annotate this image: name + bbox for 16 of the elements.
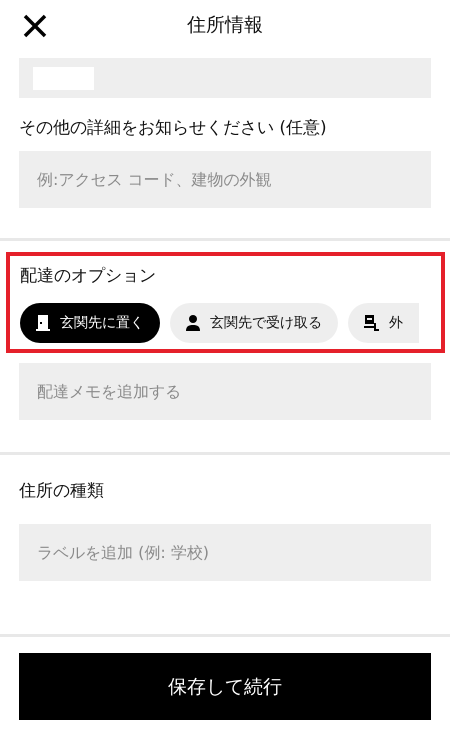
door-icon	[36, 315, 50, 331]
close-icon	[22, 13, 48, 39]
delivery-option-chip[interactable]: 玄関先に置く	[20, 303, 160, 343]
details-label: その他の詳細をお知らせください (任意)	[19, 117, 328, 139]
parcel-icon	[364, 315, 379, 331]
delivery-option-chip[interactable]: 外	[348, 303, 419, 343]
save-button[interactable]: 保存して続行	[19, 653, 431, 720]
close-button[interactable]	[22, 13, 48, 39]
delivery-option-chip[interactable]: 玄関先で受け取る	[170, 303, 338, 343]
details-field[interactable]: 例:アクセス コード、建物の外観	[19, 151, 431, 208]
window-title: 住所情報	[187, 13, 263, 38]
person-icon	[186, 315, 200, 331]
address-type-label: 住所の種類	[19, 480, 105, 502]
delivery-options-label: 配達のオプション	[20, 265, 157, 287]
delivery-note-field[interactable]: 配達メモを追加する	[19, 363, 431, 420]
address-type-field[interactable]: ラベルを追加 (例: 学校)	[19, 524, 431, 581]
